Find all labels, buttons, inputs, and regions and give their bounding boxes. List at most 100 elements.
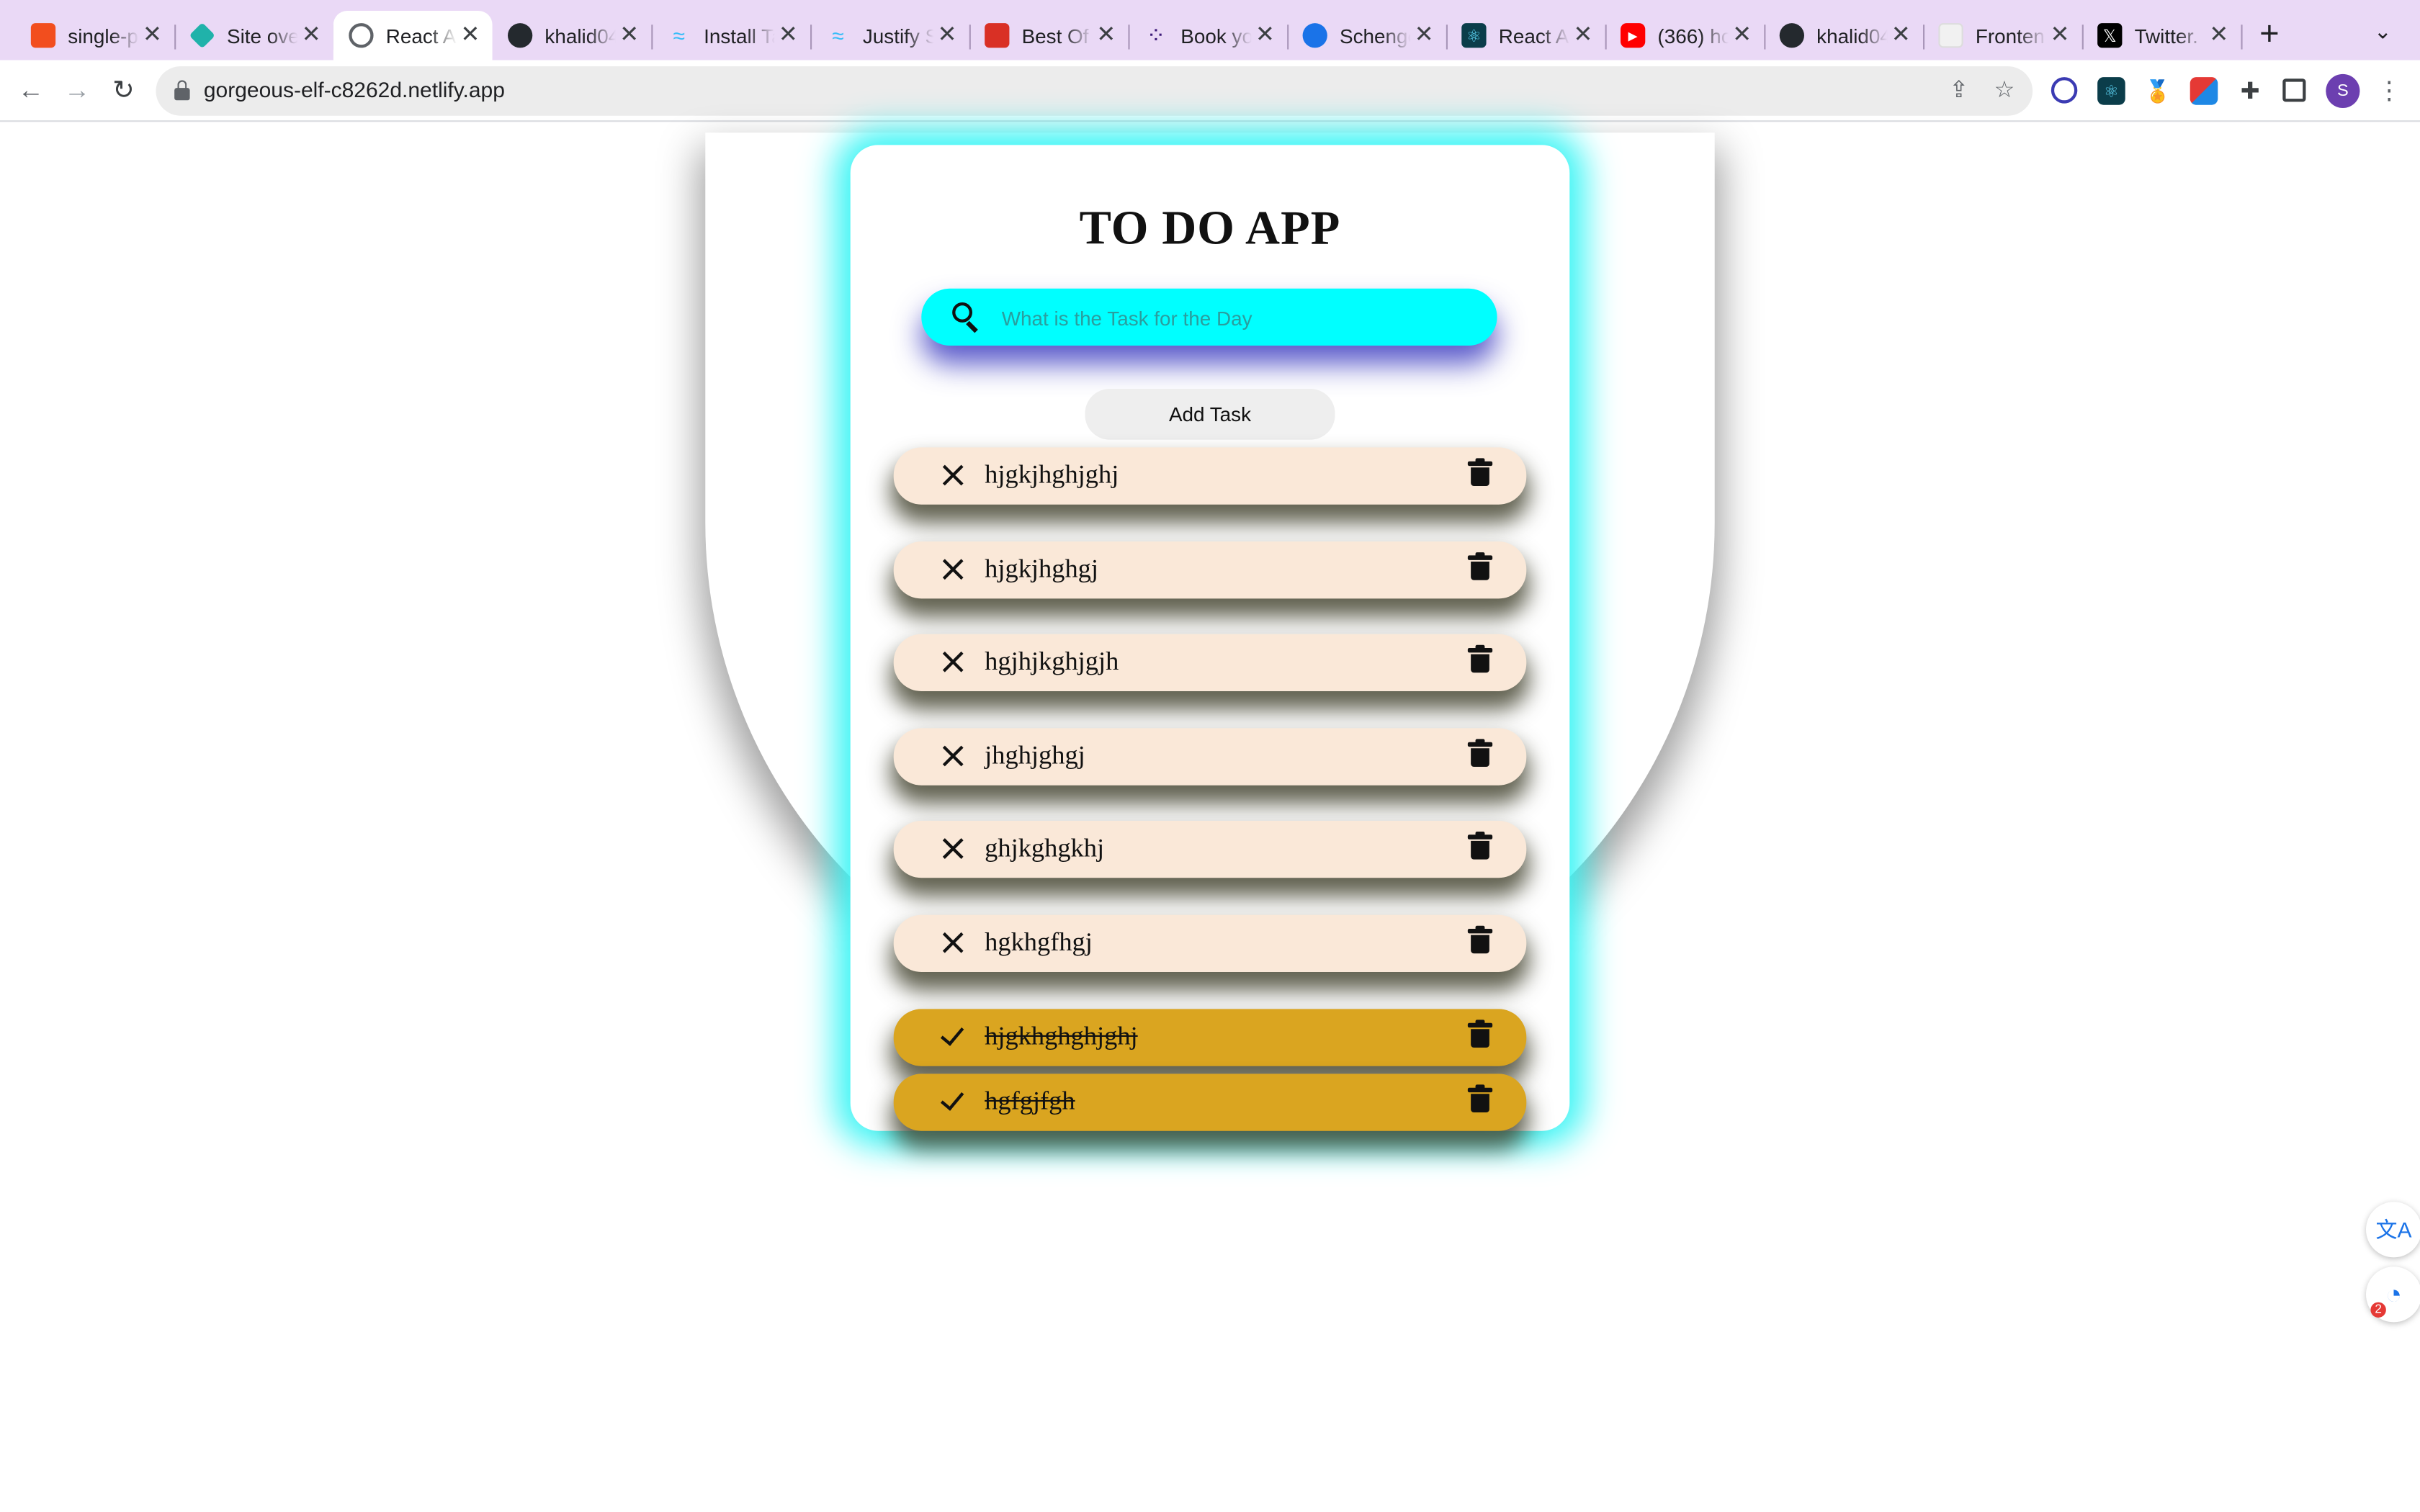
task-item[interactable]: ghjkghgkhj: [893, 821, 1527, 878]
task-label: ghjkghgkhj: [985, 833, 1105, 863]
react-icon: ⚛: [1461, 23, 1487, 48]
new-tab-button[interactable]: +: [2259, 16, 2280, 51]
close-tab-icon[interactable]: ✕: [2051, 22, 2070, 50]
tab-react-app-active[interactable]: React Ap ✕: [333, 11, 493, 60]
tab-book-your[interactable]: ⁘ Book yo ✕: [1128, 11, 1289, 60]
tab-react-app[interactable]: ⚛ React Ap ✕: [1446, 11, 1607, 60]
task-input[interactable]: [1001, 300, 1465, 335]
tab-twitter[interactable]: 𝕏 Twitter. ✕: [2082, 11, 2243, 60]
close-x-icon[interactable]: [940, 929, 968, 957]
tab-title: Twitter.: [2134, 24, 2198, 48]
reload-icon[interactable]: ↻: [105, 73, 142, 109]
medal-extension-icon[interactable]: 🏅: [2143, 77, 2172, 105]
task-label: hgkhgfhgj: [985, 927, 1093, 957]
address-bar[interactable]: gorgeous-elf-c8262d.netlify.app ⇪ ☆: [156, 66, 2033, 116]
close-tab-icon[interactable]: ✕: [1891, 22, 1911, 50]
task-item-completed[interactable]: hgfgjfgh: [893, 1074, 1527, 1131]
close-tab-icon[interactable]: ✕: [1255, 22, 1275, 50]
search-icon: [952, 302, 983, 333]
tab-title: Best Of: [1021, 24, 1089, 48]
bookmark-star-icon[interactable]: ☆: [1994, 76, 2015, 103]
task-item[interactable]: hgjhjkghjgjh: [893, 634, 1527, 691]
frontend-icon: [1938, 23, 1963, 48]
close-x-icon[interactable]: [940, 742, 968, 770]
task-label: hjgkhghghjghj: [985, 1021, 1138, 1051]
tab-title: Fronten: [1975, 24, 2045, 48]
trash-icon[interactable]: [1467, 644, 1493, 675]
tab-justify-self[interactable]: ≈ Justify S ✕: [810, 11, 971, 60]
share-icon[interactable]: ⇪: [1949, 76, 1968, 103]
side-panel-icon[interactable]: [2282, 78, 2306, 102]
tab-title: Book yo: [1180, 24, 1252, 48]
trash-icon[interactable]: [1467, 739, 1493, 768]
close-x-icon[interactable]: [940, 555, 968, 583]
tab-search-chevron-icon[interactable]: ⌄: [2374, 19, 2392, 45]
trash-icon[interactable]: [1467, 1020, 1493, 1049]
close-tab-icon[interactable]: ✕: [2209, 22, 2228, 50]
forward-arrow-icon[interactable]: →: [58, 73, 95, 109]
tailwind-icon: ≈: [832, 23, 844, 48]
more-menu-icon[interactable]: ⋮: [2377, 76, 2401, 107]
close-tab-icon[interactable]: ✕: [143, 22, 162, 50]
tab-best-of[interactable]: Best Of ✕: [969, 11, 1130, 60]
trash-icon[interactable]: [1467, 832, 1493, 861]
youtube-icon: ▶: [1621, 23, 1646, 48]
trash-icon[interactable]: [1467, 458, 1493, 487]
checkmark-icon[interactable]: [940, 1023, 968, 1051]
tab-title: Install Ta: [704, 24, 775, 48]
trash-icon[interactable]: [1467, 552, 1493, 582]
tab-khalid04-2[interactable]: khalid04 ✕: [1764, 11, 1925, 60]
colorful-extension-icon[interactable]: [2190, 77, 2218, 105]
url-text[interactable]: gorgeous-elf-c8262d.netlify.app: [204, 77, 505, 102]
checkmark-icon[interactable]: [940, 1088, 968, 1116]
close-x-icon[interactable]: [940, 462, 968, 490]
close-tab-icon[interactable]: ✕: [302, 22, 321, 50]
profile-avatar[interactable]: S: [2326, 73, 2360, 108]
close-tab-icon[interactable]: ✕: [1732, 22, 1752, 50]
task-label: hjgkjhghgj: [985, 554, 1099, 583]
trash-icon[interactable]: [1467, 1084, 1493, 1114]
task-label: hgjhjkghjgjh: [985, 646, 1119, 676]
tab-youtube[interactable]: ▶ (366) ho ✕: [1605, 11, 1766, 60]
red-document-icon: [985, 23, 1010, 48]
close-tab-icon[interactable]: ✕: [1415, 22, 1434, 50]
app-title: TO DO APP: [1079, 200, 1341, 255]
close-tab-icon[interactable]: ✕: [779, 22, 798, 50]
tab-site-overview[interactable]: Site over ✕: [174, 11, 335, 60]
tailwind-icon: ≈: [673, 23, 686, 48]
puzzle-extensions-icon[interactable]: ✚: [2236, 77, 2264, 104]
translate-icon[interactable]: 文A: [2366, 1202, 2420, 1258]
tab-schengen[interactable]: Schenge ✕: [1287, 11, 1448, 60]
lock-icon[interactable]: [174, 80, 190, 101]
close-tab-icon[interactable]: ✕: [619, 22, 639, 50]
extension-bot-icon[interactable]: [2051, 77, 2078, 104]
task-search-bar[interactable]: [921, 288, 1497, 346]
task-label: hgfgjfgh: [985, 1086, 1075, 1116]
tab-frontend[interactable]: Fronten ✕: [1923, 11, 2084, 60]
back-arrow-icon[interactable]: ←: [12, 73, 49, 109]
close-tab-icon[interactable]: ✕: [460, 22, 480, 50]
close-tab-icon[interactable]: ✕: [1573, 22, 1592, 50]
tab-title: khalid04: [1816, 24, 1888, 48]
tab-title: Schenge: [1340, 24, 1411, 48]
tab-title: khalid04: [544, 24, 616, 48]
task-item[interactable]: hgkhgfhgj: [893, 914, 1527, 972]
task-item[interactable]: hjgkjhghjghj: [893, 447, 1527, 505]
tab-single-p[interactable]: single-p ✕: [15, 11, 176, 60]
close-tab-icon[interactable]: ✕: [1096, 22, 1116, 50]
tab-khalid04[interactable]: khalid04 ✕: [493, 11, 653, 60]
close-x-icon[interactable]: [940, 834, 968, 863]
task-item[interactable]: jhghjghgj: [893, 728, 1527, 786]
task-item-completed[interactable]: hjgkhghghjghj: [893, 1009, 1527, 1066]
react-devtools-icon[interactable]: ⚛: [2097, 77, 2125, 105]
tab-strip: single-p ✕ Site over ✕ React Ap ✕ khalid…: [0, 0, 2420, 60]
tab-install-tailwind[interactable]: ≈ Install Ta ✕: [651, 11, 812, 60]
close-tab-icon[interactable]: ✕: [938, 22, 957, 50]
trash-icon[interactable]: [1467, 925, 1493, 955]
task-item[interactable]: hjgkjhghgj: [893, 541, 1527, 599]
close-x-icon[interactable]: [940, 648, 968, 676]
x-logo-icon: 𝕏: [2097, 23, 2123, 48]
add-task-button[interactable]: Add Task: [1085, 389, 1335, 440]
todo-card: TO DO APP Add Task hjgkjhghjghj hjgkjhgh…: [850, 145, 1570, 1131]
tab-title: Site over: [227, 24, 298, 48]
